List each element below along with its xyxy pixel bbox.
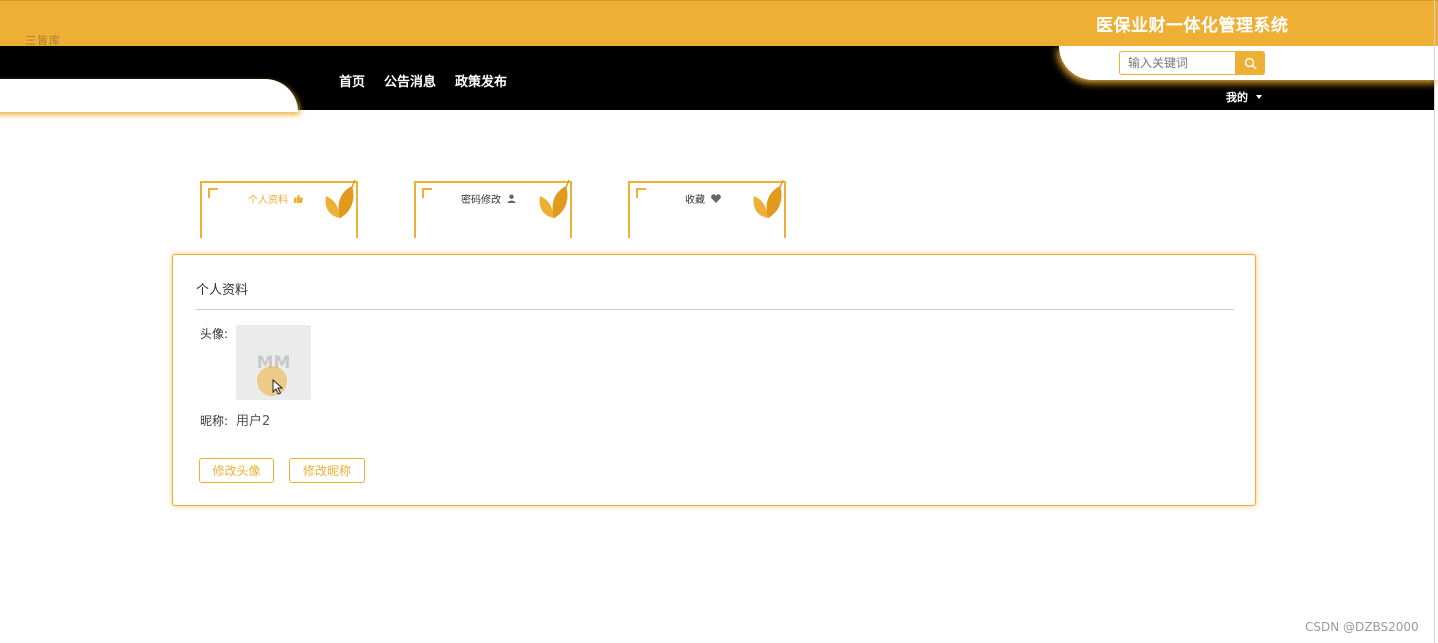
change-avatar-button[interactable]: 修改头像 [199,458,274,483]
tab-corner-decoration [208,188,218,198]
nickname-value: 用户2 [236,414,271,429]
search-box [1119,51,1265,75]
top-header-strip: 三皆库 医保业财一体化管理系统 [0,0,1438,47]
tab-corner-decoration [422,188,432,198]
user-menu-label: 我的 [1226,91,1248,104]
user-menu[interactable]: 我的 [1226,89,1262,105]
ginkgo-leaf-icon [539,179,570,219]
nav-home[interactable]: 首页 [339,71,365,90]
profile-panel: 个人资料 头像: MM 昵称: 用户2 修改头像 修改昵称 [172,254,1256,506]
tab-corner-decoration [636,188,646,198]
mouse-pointer-icon [272,379,283,395]
thumbs-up-icon [294,194,303,203]
avatar[interactable]: MM [236,325,311,400]
avatar-label: 头像: [200,327,229,341]
page-root: 三皆库 医保业财一体化管理系统 首页 公告消息 政策发布 我的 [0,0,1438,643]
panel-divider [195,309,1234,310]
tab-profile-label-row: 个人资料 [248,191,303,206]
nav-announcements[interactable]: 公告消息 [384,71,436,90]
tab-password[interactable]: 密码修改 [414,178,574,238]
panel-title: 个人资料 [196,283,249,298]
search-button[interactable] [1235,51,1265,75]
search-input[interactable] [1119,51,1235,75]
tab-favorites-label: 收藏 [685,195,705,206]
tab-password-label: 密码修改 [461,195,501,206]
tab-favorites[interactable]: 收藏 [628,178,788,238]
ginkgo-leaf-icon [753,179,784,219]
main-nav: 首页 公告消息 政策发布 [339,71,507,90]
tab-profile[interactable]: 个人资料 [200,178,360,238]
ginkgo-leaf-icon [325,179,356,219]
tab-password-label-row: 密码修改 [461,191,516,206]
nav-policy[interactable]: 政策发布 [455,71,507,90]
watermark: CSDN @DZBS2000 [1305,620,1419,634]
search-icon [1244,57,1256,69]
tab-favorites-label-row: 收藏 [685,191,721,206]
heart-icon [711,194,721,203]
tab-profile-label: 个人资料 [248,195,288,206]
user-icon [507,194,516,203]
nickname-label: 昵称: [200,414,229,428]
change-nickname-button[interactable]: 修改昵称 [289,458,365,483]
right-border-line [1434,0,1435,643]
caret-down-icon [1256,95,1262,99]
nav-left-curve-decoration [0,79,298,112]
site-title: 医保业财一体化管理系统 [1096,16,1289,36]
